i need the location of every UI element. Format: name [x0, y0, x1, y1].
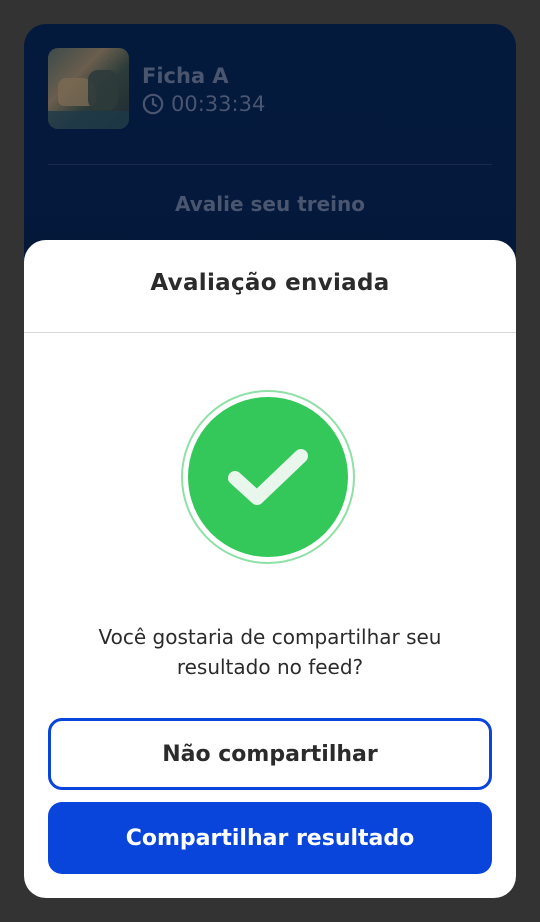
- screen: Ficha A 00:33:34 Avalie seu treino Avali…: [0, 0, 540, 922]
- modal-title: Avaliação enviada: [150, 270, 390, 296]
- share-result-button-label: Compartilhar resultado: [125, 825, 415, 851]
- dont-share-button[interactable]: Não compartilhar: [48, 718, 492, 790]
- success-badge: [181, 390, 355, 564]
- share-question: Você gostaria de compartilhar seu result…: [98, 625, 442, 679]
- workout-header: Ficha A 00:33:34: [48, 48, 265, 129]
- workout-duration: 00:33:34: [171, 91, 266, 116]
- evaluation-sent-modal: Avaliação enviada Você gostaria de compa…: [24, 240, 516, 898]
- success-circle: [188, 397, 348, 557]
- rate-workout-title: Avalie seu treino: [174, 192, 366, 216]
- dont-share-button-label: Não compartilhar: [162, 741, 378, 767]
- workout-title: Ficha A: [142, 63, 229, 88]
- card-divider: [48, 164, 492, 165]
- workout-thumbnail: [48, 48, 129, 129]
- thumbnail-figure-2: [88, 70, 118, 110]
- thumbnail-floor: [48, 111, 129, 129]
- workout-info: Ficha A 00:33:34: [142, 62, 265, 116]
- checkmark-icon: [228, 449, 308, 505]
- clock-icon: [142, 93, 164, 114]
- modal-divider: [24, 332, 516, 333]
- share-result-button[interactable]: Compartilhar resultado: [48, 802, 492, 874]
- workout-duration-row: 00:33:34: [142, 92, 265, 116]
